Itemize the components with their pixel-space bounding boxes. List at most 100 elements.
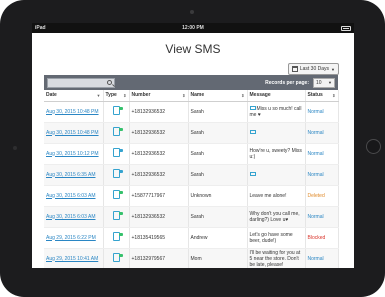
date-link[interactable]: Aug 30, 2015 6:03 AM (46, 193, 95, 199)
message-text: Why don't you call me, darling?) Love u♥ (249, 210, 300, 223)
table-row: Aug 29, 2015 10:41 AM +18132979567 Mom I'll… (44, 248, 339, 268)
cell-type (103, 227, 130, 249)
date-link[interactable]: Aug 30, 2015 10:12 PM (46, 151, 99, 157)
cell-date: Aug 29, 2015 10:41 AM (44, 248, 104, 268)
battery-indicator (341, 25, 351, 31)
date-range-label: Last 30 Days (299, 66, 330, 72)
sort-icon: ⇕ (332, 93, 336, 98)
date-link[interactable]: Aug 30, 2015 6:03 AM (46, 214, 95, 220)
sort-icon: ⇕ (241, 93, 245, 98)
cell-number: +18132979567 (129, 248, 189, 268)
cell-number: +18132936532 (129, 143, 189, 165)
cell-name: Andrew (188, 227, 248, 249)
cell-message (247, 122, 306, 144)
tablet-bezel: iPad 12:00 PM View SMS Last 30 Days ▼ Re… (0, 0, 385, 297)
message-icon (249, 106, 256, 111)
cell-message: Leave me alone! (247, 185, 306, 207)
table-row: Aug 30, 2015 6:35 AM +18132936532 Sarah Nor… (44, 164, 339, 186)
search-icon[interactable] (107, 79, 112, 85)
sms-table: Date ▼ Type ⇕ Number ⇕ Name ⇕ Message Status… (44, 90, 339, 268)
cell-type (103, 206, 130, 228)
incoming-sms-icon (112, 253, 123, 262)
records-per-page-label: Records per page: (265, 79, 309, 86)
cell-status: Normal (305, 143, 339, 165)
message-icon (249, 130, 256, 135)
incoming-sms-icon (112, 211, 123, 220)
message-text: Let's go have some beer, dude!) (249, 231, 293, 244)
header-name[interactable]: Name ⇕ (188, 90, 248, 102)
cell-name: Mom (188, 248, 248, 268)
table-row: Aug 30, 2015 6:03 AM +15877717967 Unknown L… (44, 185, 339, 207)
date-link[interactable]: Aug 29, 2015 10:41 AM (46, 256, 98, 262)
cell-message: Miss u so much! call me ♥ (247, 101, 306, 123)
outgoing-sms-icon (112, 148, 123, 157)
table-row: Aug 29, 2015 6:22 PM +18135419565 Andrew Le… (44, 227, 339, 249)
cell-type (103, 164, 130, 186)
table-row: Aug 30, 2015 10:48 PM +18132936532 Sarah Mi… (44, 101, 339, 123)
page-title: View SMS (165, 42, 221, 56)
cell-name: Unknown (188, 185, 248, 207)
cell-message: I'll be waiting for you at 5 near the st… (247, 248, 306, 268)
cell-type (103, 101, 130, 123)
status-clock: 12:00 PM (182, 25, 204, 31)
cell-number: +18132936532 (129, 164, 189, 186)
cell-status: Normal (305, 122, 339, 144)
cell-number: +18135419565 (129, 227, 189, 249)
cell-number: +18132936532 (129, 122, 189, 144)
incoming-sms-icon (112, 106, 123, 115)
cell-type (103, 143, 130, 165)
cell-message (247, 164, 306, 186)
cell-number: +18132936532 (129, 101, 189, 123)
cell-number: +15877717967 (129, 185, 189, 207)
table-row: Aug 30, 2015 10:12 PM +18132936532 Sarah Ho… (44, 143, 339, 165)
message-text: I'll be waiting for you at 5 near the st… (249, 249, 301, 268)
records-per-page-select[interactable]: 10 ▼ (313, 77, 335, 88)
date-link[interactable]: Aug 29, 2015 6:22 PM (46, 235, 96, 241)
records-per-page-value: 10 (316, 79, 322, 86)
header-message[interactable]: Message (247, 90, 306, 102)
sort-icon: ⇕ (123, 93, 127, 98)
date-link[interactable]: Aug 30, 2015 6:35 AM (46, 172, 95, 178)
sort-icon: ⇕ (182, 93, 186, 98)
table-header-row: Date ▼ Type ⇕ Number ⇕ Name ⇕ Message Status… (44, 90, 339, 102)
incoming-sms-icon (112, 190, 123, 199)
cell-date: Aug 30, 2015 10:48 PM (44, 122, 104, 144)
cell-message: How're u, sweety? Miss u:) (247, 143, 306, 165)
date-link[interactable]: Aug 30, 2015 10:48 PM (46, 130, 99, 136)
sort-icon: ▼ (96, 93, 101, 98)
side-sensor (13, 146, 17, 150)
cell-name: Sarah (188, 143, 248, 165)
cell-status: Deleted (305, 185, 339, 207)
chevron-down-icon: ▼ (328, 80, 332, 85)
cell-number: +18132936532 (129, 206, 189, 228)
cell-message: Why don't you call me, darling?) Love u♥ (247, 206, 306, 228)
incoming-sms-icon (112, 127, 123, 136)
battery-icon (341, 25, 351, 31)
outgoing-sms-icon (112, 169, 123, 178)
tablet-screen: iPad 12:00 PM View SMS Last 30 Days ▼ Re… (32, 23, 354, 268)
home-button[interactable] (366, 139, 381, 154)
date-link[interactable]: Aug 30, 2015 10:48 PM (46, 109, 99, 115)
message-text: Miss u so much! call me ♥ (249, 105, 302, 118)
cell-date: Aug 30, 2015 10:48 PM (44, 101, 104, 123)
search-input[interactable] (47, 77, 115, 88)
cell-date: Aug 30, 2015 6:35 AM (44, 164, 104, 186)
message-text: Leave me alone! (249, 192, 287, 199)
message-icon (249, 172, 256, 177)
table-row: Aug 30, 2015 6:03 AM +18132936532 Sarah Why… (44, 206, 339, 228)
calendar-icon (291, 66, 298, 72)
header-date[interactable]: Date ▼ (44, 90, 104, 102)
table-row: Aug 30, 2015 10:48 PM +18132936532 Sarah No… (44, 122, 339, 144)
cell-name: Sarah (188, 122, 248, 144)
header-type[interactable]: Type ⇕ (103, 90, 130, 102)
cell-date: Aug 30, 2015 10:12 PM (44, 143, 104, 165)
cell-status: Normal (305, 101, 339, 123)
header-status[interactable]: Status ⇕ (305, 90, 339, 102)
table-toolbar: Records per page: 10 ▼ (44, 75, 338, 90)
cell-status: Normal (305, 206, 339, 228)
front-camera (190, 10, 194, 14)
date-range-button[interactable]: Last 30 Days ▼ (287, 63, 339, 75)
header-number[interactable]: Number ⇕ (129, 90, 189, 102)
cell-type (103, 185, 130, 207)
cell-name: Sarah (188, 206, 248, 228)
